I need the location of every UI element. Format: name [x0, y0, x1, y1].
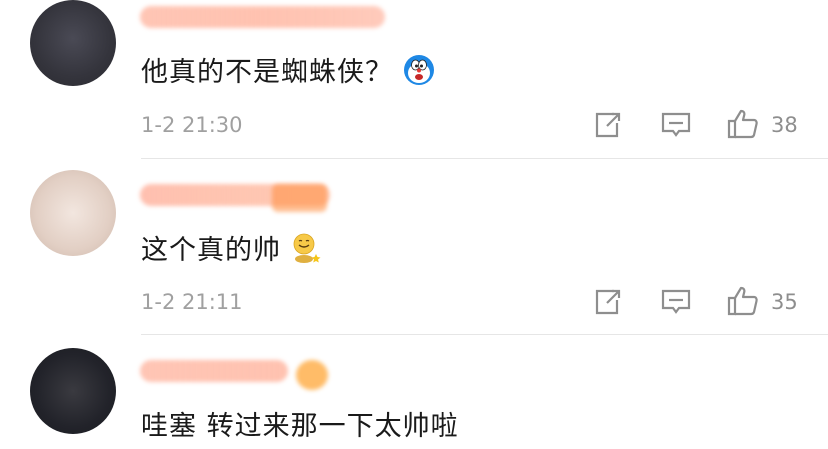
comment-icon	[661, 289, 691, 314]
like-count: 35	[771, 290, 798, 314]
share-icon	[595, 112, 621, 138]
comment-text-content: 这个真的帅	[141, 235, 281, 266]
avatar[interactable]	[30, 0, 116, 86]
comment-text: 这个真的帅	[141, 228, 321, 271]
username-blurred[interactable]	[140, 360, 288, 382]
comment-time: 1-2 21:11	[141, 290, 243, 314]
comment-time: 1-2 21:30	[141, 113, 243, 137]
comment-item: 他真的不是蜘蛛侠？ 1-2 21:30 38	[0, 0, 828, 160]
comment-text-content: 他真的不是蜘蛛侠？	[141, 57, 393, 88]
share-button[interactable]	[592, 288, 622, 320]
reply-button[interactable]	[660, 111, 692, 143]
comment-text: 他真的不是蜘蛛侠？	[141, 50, 435, 93]
reply-button[interactable]	[660, 288, 692, 320]
divider	[141, 158, 828, 159]
comment-icon	[661, 112, 691, 137]
user-badge-blurred	[296, 360, 328, 390]
comment-text: 哇塞 转过来那一下太帅啦	[141, 411, 459, 442]
avatar[interactable]	[30, 170, 116, 256]
thumbs-up-icon	[727, 286, 758, 316]
avatar[interactable]	[30, 348, 116, 434]
like-count: 38	[771, 113, 798, 137]
sitting-smile-emoji-icon	[291, 232, 321, 271]
like-button[interactable]	[726, 285, 760, 321]
thumbs-up-icon	[727, 109, 758, 139]
divider	[141, 334, 828, 335]
share-button[interactable]	[592, 111, 622, 143]
comment-item	[0, 160, 828, 335]
username-blurred[interactable]	[140, 6, 385, 28]
doraemon-face-icon	[403, 54, 435, 93]
share-icon	[595, 289, 621, 315]
user-badge-blurred	[272, 184, 327, 212]
like-button[interactable]	[726, 108, 760, 144]
